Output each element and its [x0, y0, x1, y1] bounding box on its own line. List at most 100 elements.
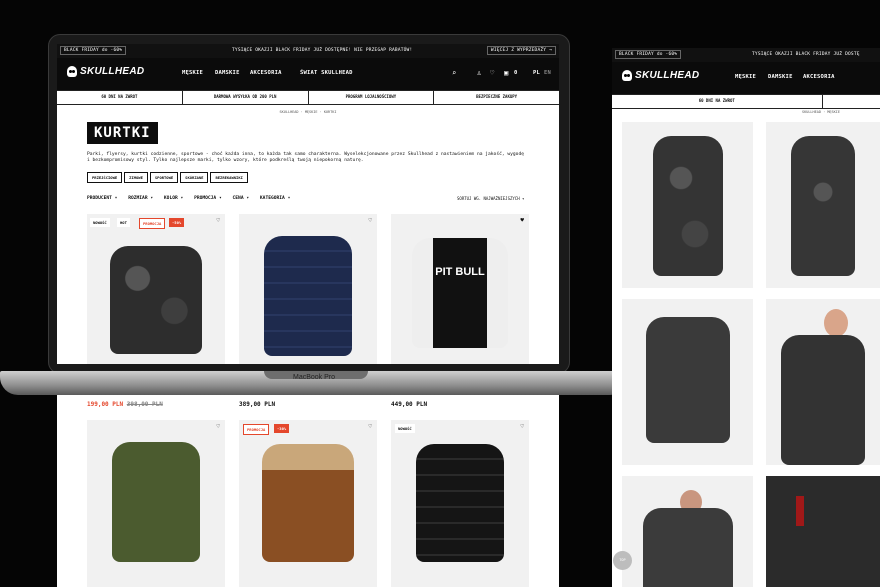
- promo-bar-right: BLACK FRIDAY do -60% TYSIĄCE OKAZJI BLAC…: [612, 48, 880, 62]
- right-page: BLACK FRIDAY do -60% TYSIĄCE OKAZJI BLAC…: [612, 48, 880, 587]
- product-card[interactable]: NOWOŚĆ HOT PROMOCJA -50% ♡: [87, 214, 225, 364]
- breadcrumb-current: KURTKI: [323, 110, 337, 114]
- chip-leather[interactable]: SKÓRZANE: [180, 172, 209, 183]
- product-card[interactable]: ♡: [87, 420, 225, 587]
- page-title: KURTKI: [87, 122, 158, 144]
- skull-icon: [622, 70, 632, 81]
- product-image: [416, 444, 504, 562]
- benefit-returns: 60 DNI NA ZWROT: [612, 95, 823, 108]
- benefits-bar: 60 DNI NA ZWROT DARMOWA WYSYŁKA OD 200 P…: [57, 90, 559, 105]
- price-row: 199,00 PLN 398,00 PLN: [87, 401, 163, 408]
- breadcrumb-right: SKULLHEAD · MĘSKIE: [802, 110, 840, 114]
- promo-center: TYSIĄCE OKAZJI BLACK FRIDAY JUŻ DOSTĘPNE…: [232, 48, 413, 53]
- product-card[interactable]: ♥ PIT BULL: [391, 214, 529, 364]
- gallery-image[interactable]: [766, 122, 880, 288]
- laptop-screen: BLACK FRIDAY do -60% TYSIĄCE OKAZJI BLAC…: [57, 44, 559, 364]
- laptop-model-label: MacBook Pro: [292, 374, 336, 381]
- lang-pl[interactable]: PL: [533, 70, 540, 76]
- main-nav-right: SKULLHEAD MĘSKIE DAMSKIE AKCESORIA: [612, 62, 880, 94]
- benefit-secure: BEZPIECZNE ZAKUPY: [476, 94, 518, 99]
- filters: PRODUCENT ▾ ROZMIAR ▾ KOLOR ▾ PROMOCJA ▾…: [87, 196, 298, 201]
- user-icon[interactable]: ♙: [477, 69, 481, 77]
- product-image: [645, 317, 730, 443]
- product-image: [264, 236, 352, 356]
- filter-size[interactable]: ROZMIAR ▾: [128, 196, 153, 201]
- benefit-loyalty: PROGRAM LOJALNOŚCIOWY: [309, 91, 435, 104]
- heart-icon[interactable]: ♡: [490, 69, 494, 77]
- logo-right[interactable]: SKULLHEAD: [622, 70, 699, 81]
- nav-item-world[interactable]: ŚWIAT SKULLHEAD: [300, 70, 353, 76]
- tag-discount: -50%: [169, 218, 185, 227]
- price: 449,00 PLN: [391, 401, 428, 408]
- search-icon[interactable]: ⌕: [452, 69, 456, 77]
- benefits-bar-right: 60 DNI NA ZWROT DARMOWA WYSYŁKA OD 200 P…: [612, 94, 880, 109]
- product-card[interactable]: PROMOCJA -30% ♡: [239, 420, 377, 587]
- wishlist-icon-filled[interactable]: ♥: [520, 217, 524, 224]
- nav-item-women[interactable]: DAMSKIE: [215, 70, 240, 76]
- product-image: [652, 136, 723, 276]
- wishlist-icon[interactable]: ♡: [520, 423, 524, 430]
- gallery-image[interactable]: [622, 299, 753, 465]
- wishlist-icon[interactable]: ♡: [216, 217, 220, 224]
- wishlist-icon[interactable]: ♡: [368, 423, 372, 430]
- wishlist-icon[interactable]: ♡: [216, 423, 220, 430]
- tag-hot: HOT: [117, 218, 130, 227]
- tag-promo: PROMOCJA: [243, 424, 270, 435]
- promo-right-link[interactable]: WIĘCEJ Z WYPRZEDAŻY →: [486, 46, 556, 55]
- filter-color[interactable]: KOLOR ▾: [164, 196, 183, 201]
- lang-en[interactable]: EN: [544, 70, 551, 76]
- promo-left-right[interactable]: BLACK FRIDAY do -60%: [615, 50, 682, 59]
- nav-item-women[interactable]: DAMSKIE: [768, 74, 793, 80]
- filter-producer[interactable]: PRODUCENT ▾: [87, 196, 117, 201]
- breadcrumb-home[interactable]: SKULLHEAD: [280, 110, 299, 114]
- breadcrumb-men[interactable]: MĘSKIE: [305, 110, 318, 114]
- filter-promo[interactable]: PROMOCJA ▾: [194, 196, 222, 201]
- product-card[interactable]: NOWOŚĆ ♡: [391, 420, 529, 587]
- model-head: [824, 309, 848, 337]
- chip-transitional[interactable]: PRZEJŚCIOWE: [87, 172, 123, 183]
- tag-discount: -30%: [274, 424, 290, 433]
- product-detail-patch: [796, 496, 804, 526]
- page-continuation: 199,00 PLN 398,00 PLN 389,00 PLN 449,00 …: [57, 395, 559, 587]
- benefit-shipping: DARMOWA WYSYŁKA OD 200 PLN: [823, 95, 880, 108]
- logo[interactable]: SKULLHEAD: [67, 66, 144, 77]
- category-chips: PRZEJŚCIOWE ZIMOWE SPORTOWE SKÓRZANE BEZ…: [87, 172, 250, 183]
- promo-center-right: TYSIĄCE OKAZJI BLACK FRIDAY JUŻ DOSTĘ: [752, 52, 860, 57]
- product-image: [642, 508, 733, 587]
- tag-promo: PROMOCJA: [139, 218, 166, 229]
- gallery-image[interactable]: [766, 476, 880, 587]
- nav-item-men[interactable]: MĘSKIE: [182, 70, 203, 76]
- product-image: [110, 246, 202, 354]
- old-price: 398,00 PLN: [126, 401, 163, 408]
- sort-select[interactable]: SORTUJ WG. NAJWAŻNIEJSZYCH ▾: [457, 196, 524, 201]
- price: 389,00 PLN: [239, 401, 276, 408]
- chip-vests[interactable]: BEZREKAWNIKI: [210, 172, 248, 183]
- promo-left[interactable]: BLACK FRIDAY do -60%: [60, 46, 127, 55]
- tag-new: NOWOŚĆ: [395, 424, 415, 433]
- cart-count: 0: [514, 70, 518, 76]
- filter-price[interactable]: CENA ▾: [233, 196, 250, 201]
- gallery-image[interactable]: [622, 476, 753, 587]
- cart-icon[interactable]: ▣: [504, 69, 508, 77]
- nav-item-men[interactable]: MĘSKIE: [735, 74, 756, 80]
- chip-sport[interactable]: SPORTOWE: [149, 172, 179, 183]
- breadcrumb: SKULLHEAD · MĘSKIE · KURTKI: [279, 110, 337, 114]
- product-card[interactable]: ♡: [239, 214, 377, 364]
- product-image: [112, 442, 200, 562]
- nav-item-accessories[interactable]: AKCESORIA: [250, 70, 282, 76]
- page-description: Parki, flyersy, kurtki codzienne, sporto…: [87, 152, 524, 163]
- product-brand-print: PIT BULL: [435, 266, 485, 278]
- scroll-top-button[interactable]: TOP: [613, 551, 632, 570]
- benefit-returns: 60 DNI NA ZWROT: [57, 91, 183, 104]
- benefit-shipping: DARMOWA WYSYŁKA OD 200 PLN: [183, 91, 309, 104]
- main-nav: SKULLHEAD MĘSKIE DAMSKIE AKCESORIA ŚWIAT…: [57, 58, 559, 90]
- promo-bar: BLACK FRIDAY do -60% TYSIĄCE OKAZJI BLAC…: [57, 44, 559, 58]
- chip-winter[interactable]: ZIMOWE: [124, 172, 148, 183]
- gallery-image[interactable]: [766, 299, 880, 465]
- wishlist-icon[interactable]: ♡: [368, 217, 372, 224]
- tag-new: NOWOŚĆ: [90, 218, 110, 227]
- filter-category[interactable]: KATEGORIA ▾: [260, 196, 290, 201]
- gallery-image[interactable]: [622, 122, 753, 288]
- nav-item-accessories[interactable]: AKCESORIA: [803, 74, 835, 80]
- sale-price: 199,00 PLN: [87, 401, 124, 408]
